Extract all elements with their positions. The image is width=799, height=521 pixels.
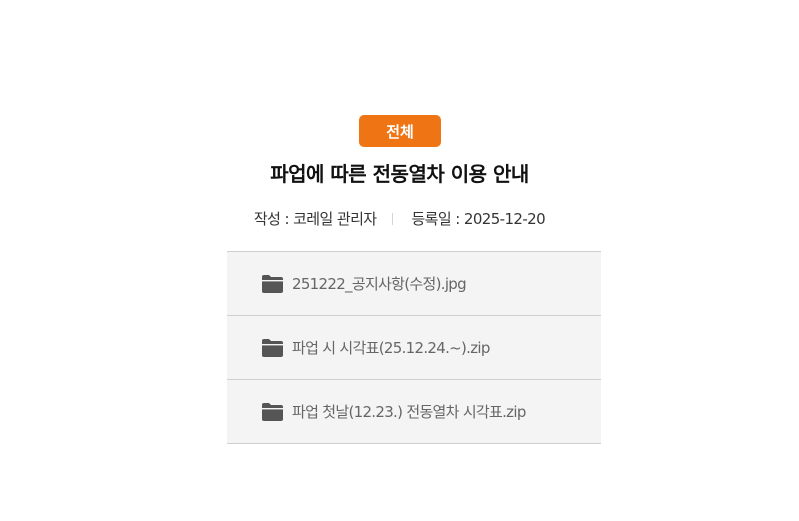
post-title: 파업에 따른 전동열차 이용 안내: [270, 162, 529, 186]
folder-icon: [262, 274, 283, 293]
attachment-link[interactable]: 파업 첫날(12.23.) 전동열차 시각표.zip: [292, 401, 526, 422]
meta-divider: [392, 212, 394, 225]
post-meta: 작성 : 코레일 관리자 등록일 : 2025-12-20: [0, 208, 799, 229]
attachment-item[interactable]: 파업 시 시각표(25.12.24.~).zip: [227, 316, 601, 380]
category-badge: 전체: [359, 115, 441, 147]
attachment-item[interactable]: 파업 첫날(12.23.) 전동열차 시각표.zip: [227, 380, 601, 444]
attachment-item[interactable]: 251222_공지사항(수정).jpg: [227, 252, 601, 316]
attachment-list: 251222_공지사항(수정).jpg 파업 시 시각표(25.12.24.~)…: [227, 251, 601, 444]
folder-icon: [262, 402, 283, 421]
notice-detail-page: 전체 파업에 따른 전동열차 이용 안내 작성 : 코레일 관리자 등록일 : …: [0, 0, 799, 521]
date-text: 등록일 : 2025-12-20: [411, 210, 546, 228]
author-text: 작성 : 코레일 관리자: [253, 210, 377, 228]
attachment-link[interactable]: 파업 시 시각표(25.12.24.~).zip: [292, 337, 490, 358]
folder-icon: [262, 338, 283, 357]
attachment-link[interactable]: 251222_공지사항(수정).jpg: [292, 273, 467, 294]
